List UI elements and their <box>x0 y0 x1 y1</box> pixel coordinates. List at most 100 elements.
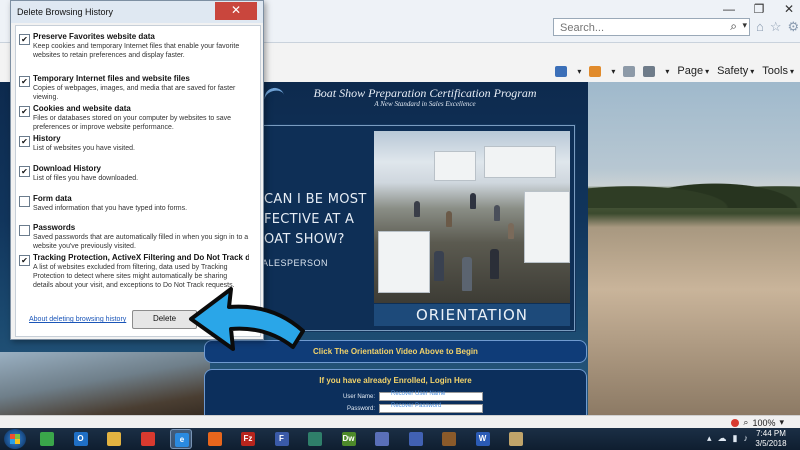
checkbox-download-history[interactable]: ✔ <box>19 166 30 177</box>
close-window-button[interactable]: ✕ <box>782 2 796 16</box>
video-headline-line: CAN I BE MOST <box>264 192 367 207</box>
option-temporary-files: ✔ Temporary Internet files and website f… <box>19 74 249 102</box>
chevron-down-icon[interactable]: ▾ <box>779 417 784 428</box>
video-headline-line: OAT SHOW? <box>264 232 345 247</box>
video-headline-line: FECTIVE AT A <box>264 212 355 227</box>
page-menu-label: Page <box>677 65 704 77</box>
books-icon[interactable] <box>438 429 460 449</box>
ftp-app-icon[interactable]: F <box>271 429 293 449</box>
restore-button[interactable]: ❐ <box>752 2 766 16</box>
feather-app-icon[interactable] <box>304 429 326 449</box>
blocked-content-icon[interactable] <box>731 418 740 427</box>
recover-password-link[interactable]: Recover Password <box>391 403 441 409</box>
chrome-icon[interactable] <box>137 429 159 449</box>
outlook-icon[interactable]: O <box>70 429 92 449</box>
start-button[interactable] <box>4 429 26 449</box>
clock-date: 3/5/2018 <box>755 439 787 448</box>
home-toolbar-icon[interactable] <box>555 65 568 77</box>
zoom-control[interactable]: ⌕ 100% ▾ <box>731 417 784 428</box>
blue-app-icon-2[interactable] <box>405 429 427 449</box>
home-icon[interactable]: ⌂ <box>756 19 764 35</box>
clock-time: 7:44 PM <box>756 429 786 438</box>
option-label: History <box>33 134 61 143</box>
chevron-down-icon[interactable]: ▾ <box>611 67 615 76</box>
notes-app-icon[interactable] <box>505 429 527 449</box>
checkbox-tracking-protection[interactable]: ✔ <box>19 255 30 266</box>
checkbox-preserve-favorites[interactable]: ✔ <box>19 34 30 45</box>
search-box[interactable]: ⌕ ▾ <box>553 18 750 36</box>
firefox-icon[interactable] <box>204 429 226 449</box>
option-download-history: ✔ Download History List of files you hav… <box>19 164 249 183</box>
tools-menu-label: Tools <box>762 65 788 77</box>
command-bar: ▾ ▾ ▾ Page ▾ Safety ▾ Tools ▾ <box>260 62 800 82</box>
dreamweaver-icon[interactable]: Dw <box>338 429 360 449</box>
chevron-down-icon[interactable]: ▾ <box>577 67 581 76</box>
site-header: Boat Show Preparation Certification Prog… <box>262 82 588 124</box>
mail-icon[interactable] <box>623 65 636 77</box>
password-row: Password: Recover Password <box>305 403 483 413</box>
chevron-down-icon[interactable]: ▾ <box>665 67 669 76</box>
option-cookies: ✔ Cookies and website data Files or data… <box>19 104 249 132</box>
page-menu[interactable]: Page ▾ <box>677 65 709 77</box>
internet-explorer-icon[interactable]: e <box>170 429 192 449</box>
tray-expand-icon[interactable]: ▴ <box>707 433 712 444</box>
minimize-button[interactable]: — <box>722 2 736 16</box>
tools-menu[interactable]: Tools ▾ <box>762 65 794 77</box>
search-icon[interactable]: ⌕ <box>730 19 737 34</box>
word-icon-glyph: W <box>475 432 490 446</box>
cloud-icon[interactable]: ☁ <box>718 433 727 444</box>
command-bar-items: ▾ ▾ ▾ Page ▾ Safety ▾ Tools ▾ <box>555 65 794 77</box>
checkbox-form-data[interactable] <box>19 196 30 207</box>
word-icon[interactable]: W <box>472 429 494 449</box>
checkbox-temporary-files[interactable]: ✔ <box>19 76 30 87</box>
password-label: Password: <box>346 406 375 413</box>
filezilla-icon[interactable]: Fz <box>237 429 259 449</box>
settings-gear-icon[interactable]: ⚙ <box>788 19 800 35</box>
window-controls: — ❐ ✕ <box>722 2 796 16</box>
feeds-icon[interactable] <box>589 65 602 77</box>
recover-username-link[interactable]: Recover User Name <box>391 391 445 397</box>
boat-shape <box>524 191 570 263</box>
safety-menu[interactable]: Safety ▾ <box>717 65 754 77</box>
person-shape <box>462 257 472 291</box>
favorites-star-icon[interactable]: ☆ <box>770 19 782 35</box>
outlook-icon-glyph: O <box>73 432 88 446</box>
taskbar-clock[interactable]: 7:44 PM 3/5/2018 <box>750 429 792 449</box>
option-label: Tracking Protection, ActiveX Filtering a… <box>33 253 249 262</box>
site-title: Boat Show Preparation Certification Prog… <box>313 86 537 100</box>
chevron-down-icon: ▾ <box>750 67 755 76</box>
dialog-close-button[interactable]: ✕ <box>215 2 257 20</box>
dreamweaver-icon-glyph: Dw <box>341 432 356 446</box>
option-description: Saved passwords that are automatically f… <box>33 234 249 250</box>
print-icon[interactable] <box>643 65 656 77</box>
internet-explorer-icon-glyph: e <box>175 433 189 447</box>
person-shape <box>470 193 476 209</box>
video-title-banner: ORIENTATION <box>374 304 570 326</box>
system-tray: ▴ ☁ ▮ ♪ <box>707 433 748 444</box>
windows-logo-icon <box>10 434 20 444</box>
search-dropdown-icon[interactable]: ▾ <box>742 20 747 31</box>
blue-app-icon-1[interactable] <box>371 429 393 449</box>
filezilla-icon-glyph: Fz <box>241 432 255 446</box>
green-app-icon[interactable] <box>36 429 58 449</box>
boat-show-photo <box>374 131 570 303</box>
network-icon[interactable]: ▮ <box>733 433 738 444</box>
books-icon-glyph <box>442 432 456 446</box>
volume-icon[interactable]: ♪ <box>744 433 749 444</box>
video-headline: CAN I BE MOST FECTIVE AT A OAT SHOW? <box>264 190 384 250</box>
close-icon: ✕ <box>230 3 242 17</box>
feather-app-icon-glyph <box>308 432 322 446</box>
search-input[interactable] <box>558 20 712 36</box>
checkbox-cookies[interactable]: ✔ <box>19 106 30 117</box>
option-description: Keep cookies and temporary Internet file… <box>33 43 240 59</box>
username-row: User Name: Recover User Name <box>305 391 483 401</box>
file-explorer-icon-glyph <box>107 432 121 446</box>
checkbox-passwords[interactable] <box>19 225 30 236</box>
checkbox-history[interactable]: ✔ <box>19 136 30 147</box>
file-explorer-icon[interactable] <box>103 429 125 449</box>
chrome-icon-glyph <box>140 432 155 446</box>
site-tagline: A New Standard in Sales Excellence <box>374 100 476 108</box>
option-description: List of websites you have visited. <box>33 145 135 152</box>
status-bar: ⌕ 100% ▾ <box>0 415 800 429</box>
about-deleting-history-link[interactable]: About deleting browsing history <box>29 316 126 323</box>
